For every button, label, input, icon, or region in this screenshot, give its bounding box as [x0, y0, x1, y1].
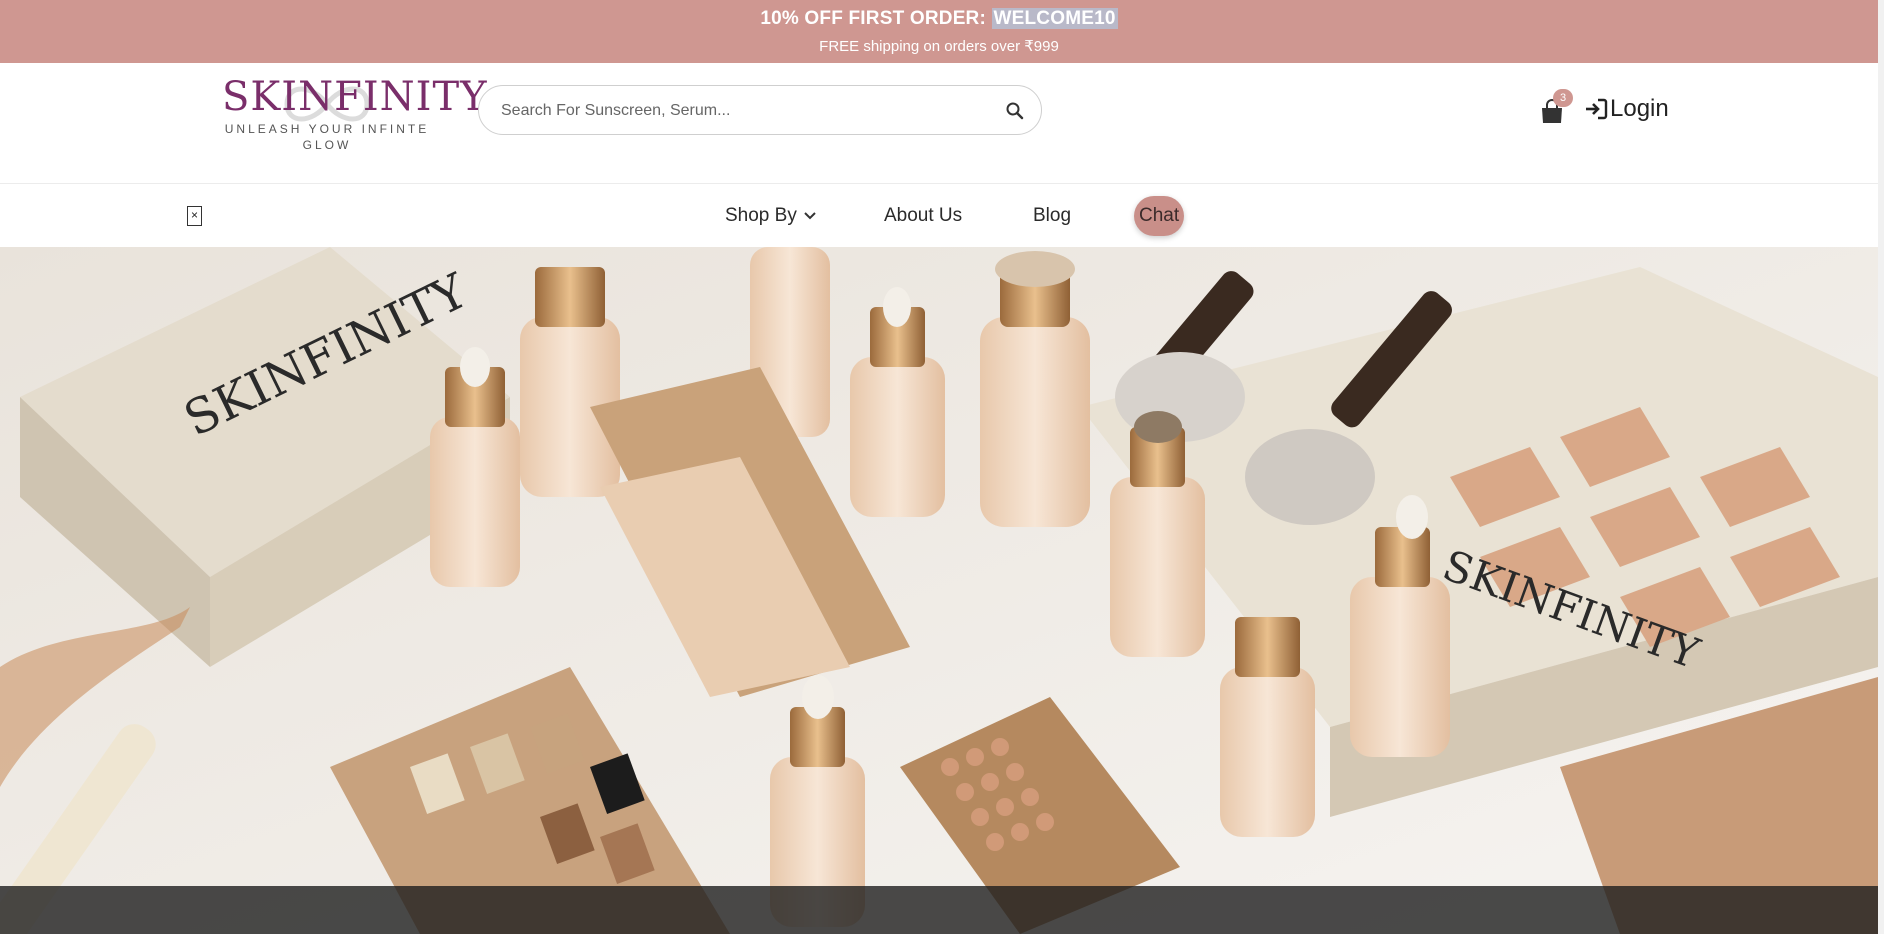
page-scrollbar[interactable] [1878, 0, 1884, 934]
nav-shop-by[interactable]: Shop By [725, 202, 817, 230]
cart-button[interactable]: 3 [1540, 89, 1573, 125]
offer-prefix: 10% OFF FIRST ORDER: [760, 8, 992, 29]
login-label: Login [1610, 95, 1669, 122]
nav-blog[interactable]: Blog [1033, 202, 1071, 230]
brand-wordmark: SKINFINITY [222, 74, 488, 120]
main-nav: × Shop By About Us Blog Chat [0, 185, 1878, 247]
nav-chat-button[interactable]: Chat [1134, 196, 1185, 236]
nav-shop-by-label: Shop By [725, 205, 797, 226]
sign-in-icon [1586, 98, 1608, 120]
offer-code: WELCOME10 [991, 8, 1118, 29]
site-header: SKINFINITY UNLEASH YOUR INFINTE GLOW 3 L… [0, 63, 1878, 184]
hero-banner: SKINFINITY SKINFINITY [0, 247, 1878, 934]
cart-count-badge: 3 [1553, 89, 1573, 107]
offer-text: 10% OFF FIRST ORDER: WELCOME10 [0, 8, 1878, 30]
search-input[interactable] [501, 98, 981, 124]
search-icon[interactable] [1005, 101, 1025, 121]
announcement-bar: 10% OFF FIRST ORDER: WELCOME10 FREE ship… [0, 0, 1878, 63]
close-button[interactable]: × [187, 206, 202, 226]
chevron-down-icon [804, 212, 816, 220]
nav-about-us[interactable]: About Us [884, 202, 962, 230]
search-bar [478, 85, 1042, 135]
hero-bottom-overlay [0, 886, 1878, 934]
brand-logo[interactable]: SKINFINITY UNLEASH YOUR INFINTE GLOW [222, 74, 488, 165]
shipping-text: FREE shipping on orders over ₹999 [819, 38, 1059, 55]
login-button[interactable]: Login [1584, 93, 1669, 125]
brand-tagline-2: GLOW [302, 138, 352, 152]
hero-image: SKINFINITY SKINFINITY [0, 247, 1878, 934]
